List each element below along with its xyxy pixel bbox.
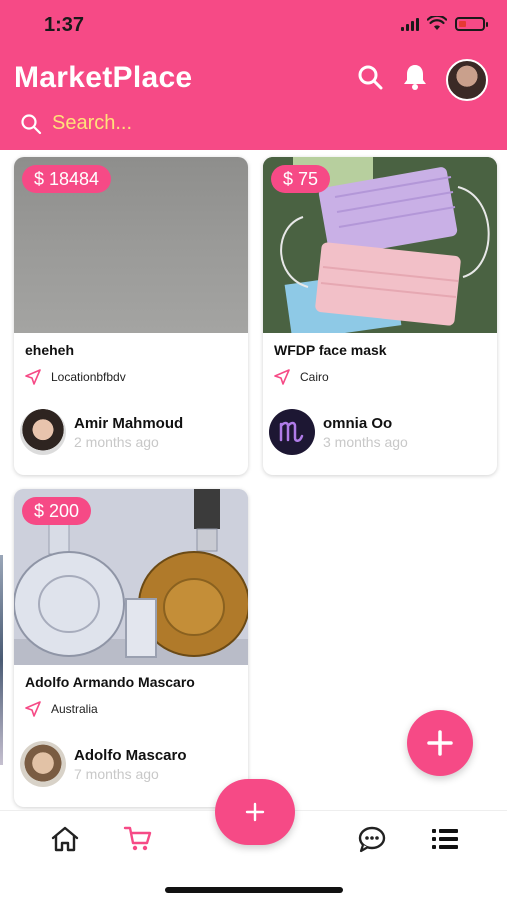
- listing-image: $ 75: [263, 157, 497, 333]
- listing-location: Locationbfbdv: [25, 369, 126, 385]
- add-listing-button[interactable]: [407, 710, 473, 776]
- seller-info[interactable]: Amir Mahmoud 2 months ago: [20, 409, 183, 455]
- posted-time: 7 months ago: [74, 765, 159, 782]
- listing-card[interactable]: $ 18484 eheheh Locationbfbdv Amir Mahmou…: [14, 157, 248, 475]
- seller-name: Amir Mahmoud: [74, 414, 184, 432]
- chat-icon: [358, 826, 386, 853]
- status-time: 1:37: [44, 14, 85, 36]
- status-icons: [401, 16, 488, 31]
- location-arrow-icon: [25, 701, 41, 717]
- listing-image: $ 200: [14, 489, 248, 665]
- notifications-button[interactable]: [400, 62, 430, 92]
- cart-icon: [123, 826, 152, 851]
- listing-card[interactable]: $ 75 WFDP face mask Cairo omnia Oo 3 mon…: [263, 157, 497, 475]
- plus-icon: [245, 802, 265, 822]
- price-badge: $ 18484: [22, 165, 112, 193]
- seller-avatar: [269, 409, 315, 455]
- posted-time: 3 months ago: [323, 433, 408, 450]
- nav-list[interactable]: [427, 823, 463, 855]
- wifi-icon: [427, 16, 447, 30]
- price-badge: $ 200: [22, 497, 92, 525]
- listing-title: eheheh: [25, 342, 75, 358]
- listing-location: Cairo: [274, 369, 329, 385]
- app-title: MarketPlace: [14, 61, 193, 94]
- location-text: Australia: [51, 702, 98, 716]
- search-icon: [358, 65, 383, 90]
- signal-icon: [401, 17, 419, 31]
- bell-icon: [404, 65, 426, 90]
- app-header: 1:37 MarketPlace Search...: [0, 0, 507, 150]
- battery-icon: [455, 16, 488, 31]
- listing-title: WFDP face mask: [274, 342, 387, 358]
- price-badge: $ 75: [271, 165, 331, 193]
- seller-info[interactable]: omnia Oo 3 months ago: [269, 409, 408, 455]
- home-indicator: [165, 887, 343, 893]
- posted-time: 2 months ago: [74, 433, 159, 450]
- listing-title: Adolfo Armando Mascaro: [25, 674, 195, 690]
- nav-cart[interactable]: [120, 823, 156, 855]
- seller-avatar: [20, 409, 66, 455]
- search-bar[interactable]: Search...: [20, 112, 132, 135]
- seller-info[interactable]: Adolfo Mascaro 7 months ago: [20, 741, 187, 787]
- seller-name: omnia Oo: [323, 414, 393, 432]
- center-add-button[interactable]: [215, 779, 295, 845]
- location-arrow-icon: [274, 369, 290, 385]
- search-placeholder: Search...: [52, 112, 133, 134]
- marketplace-screen: 1:37 MarketPlace Search... $ 18484 ehehe…: [0, 0, 507, 900]
- location-arrow-icon: [25, 369, 41, 385]
- seller-avatar: [20, 741, 66, 787]
- profile-avatar[interactable]: [446, 59, 488, 101]
- search-button[interactable]: [355, 62, 385, 92]
- nav-home[interactable]: [47, 823, 83, 855]
- location-text: Locationbfbdv: [51, 370, 126, 384]
- listing-card[interactable]: $ 200 Adolfo Armando Mascaro Australia A…: [14, 489, 248, 807]
- plus-icon: [427, 730, 453, 756]
- listing-location: Australia: [25, 701, 98, 717]
- search-icon: [21, 113, 42, 134]
- nav-messages[interactable]: [354, 823, 390, 855]
- home-icon: [51, 826, 79, 852]
- seller-name: Adolfo Mascaro: [74, 746, 187, 764]
- left-edge-strip: [0, 555, 3, 765]
- listing-image: $ 18484: [14, 157, 248, 333]
- location-text: Cairo: [300, 370, 329, 384]
- virgo-logo: [279, 421, 304, 442]
- list-icon: [432, 829, 458, 849]
- status-bar: 1:37: [0, 0, 507, 50]
